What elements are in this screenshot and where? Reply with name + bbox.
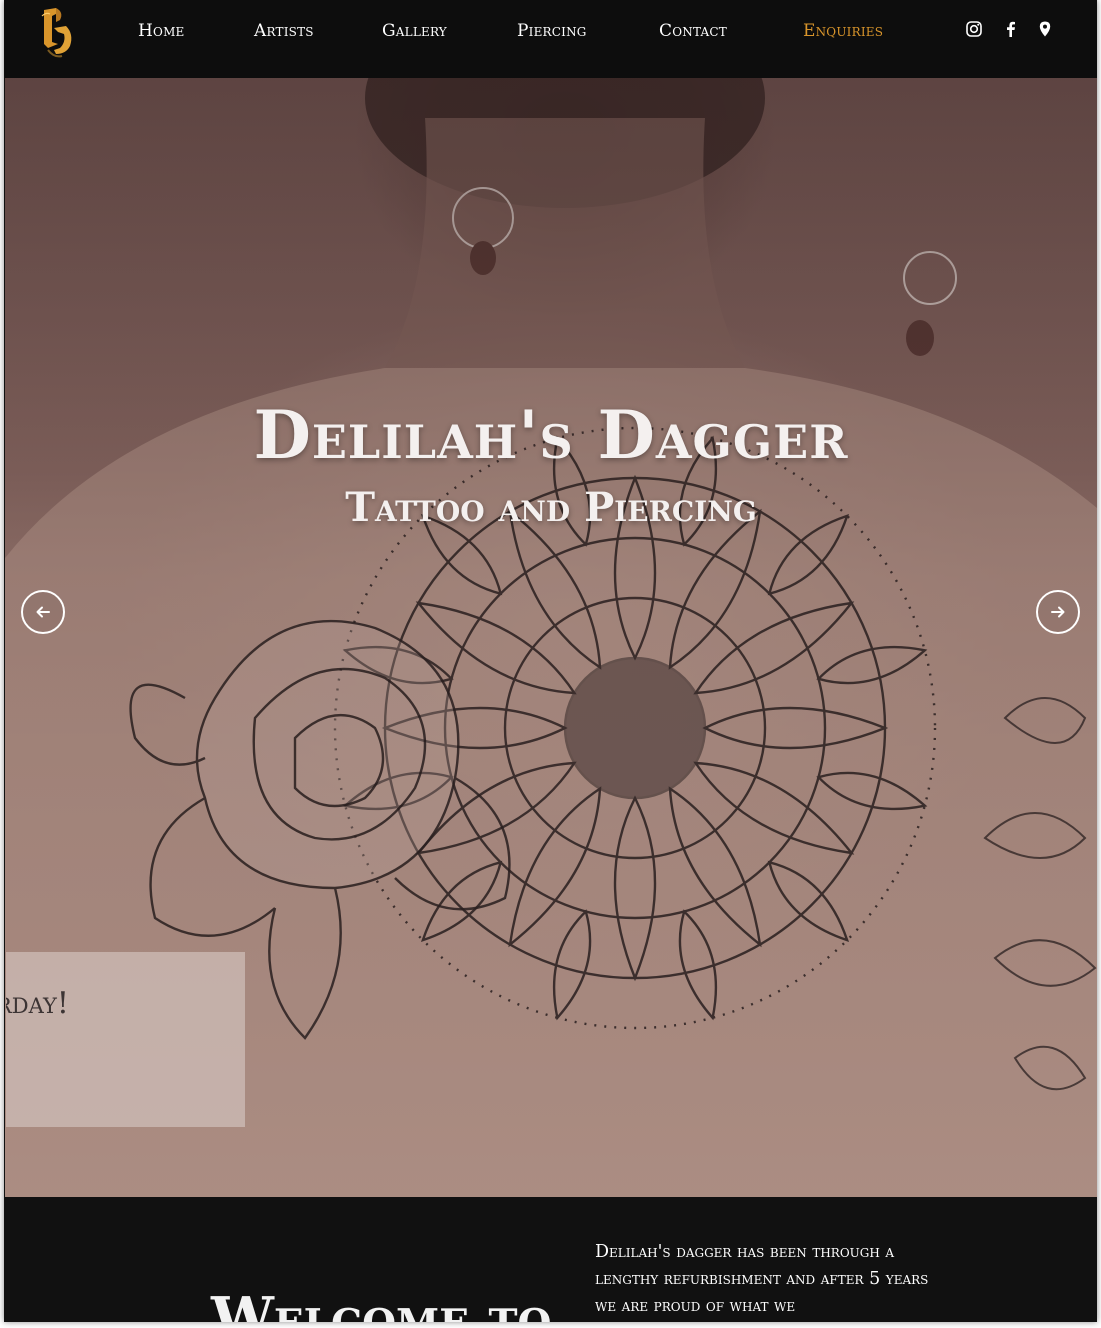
- page-frame: Home Artists Gallery Piercing Contact En…: [4, 0, 1097, 1322]
- nav-contact[interactable]: Contact: [659, 21, 727, 41]
- arrow-right-icon: [1051, 606, 1065, 618]
- nav-artists[interactable]: Artists: [254, 21, 314, 41]
- nav-piercing[interactable]: Piercing: [517, 21, 587, 41]
- hero-subtitle: Tattoo and Piercing: [345, 484, 757, 531]
- logo-monogram-icon: [41, 8, 72, 58]
- facebook-icon[interactable]: [1002, 20, 1020, 38]
- nav-enquiries[interactable]: Enquiries: [803, 21, 883, 41]
- instagram-icon[interactable]: [965, 20, 983, 38]
- hero-slider: Delilah's Dagger Tattoo and Piercing rda…: [5, 78, 1097, 1197]
- promo-text: rday!: [6, 986, 69, 1021]
- promo-banner[interactable]: rday!: [6, 952, 245, 1127]
- slider-prev-button[interactable]: [21, 590, 65, 634]
- nav-gallery[interactable]: Gallery: [382, 21, 447, 41]
- nav-home[interactable]: Home: [138, 21, 185, 41]
- slider-next-button[interactable]: [1036, 590, 1080, 634]
- top-nav: Home Artists Gallery Piercing Contact En…: [4, 0, 1097, 78]
- arrow-left-icon: [36, 606, 50, 618]
- hero-title: Delilah's Dagger: [253, 396, 849, 474]
- welcome-body: Delilah's dagger has been through a leng…: [595, 1242, 929, 1316]
- welcome-section: Welcome to Delilah's dagger has been thr…: [4, 1197, 1097, 1322]
- map-pin-icon[interactable]: [1036, 20, 1054, 38]
- welcome-heading: Welcome to: [211, 1285, 552, 1322]
- logo[interactable]: [34, 4, 80, 60]
